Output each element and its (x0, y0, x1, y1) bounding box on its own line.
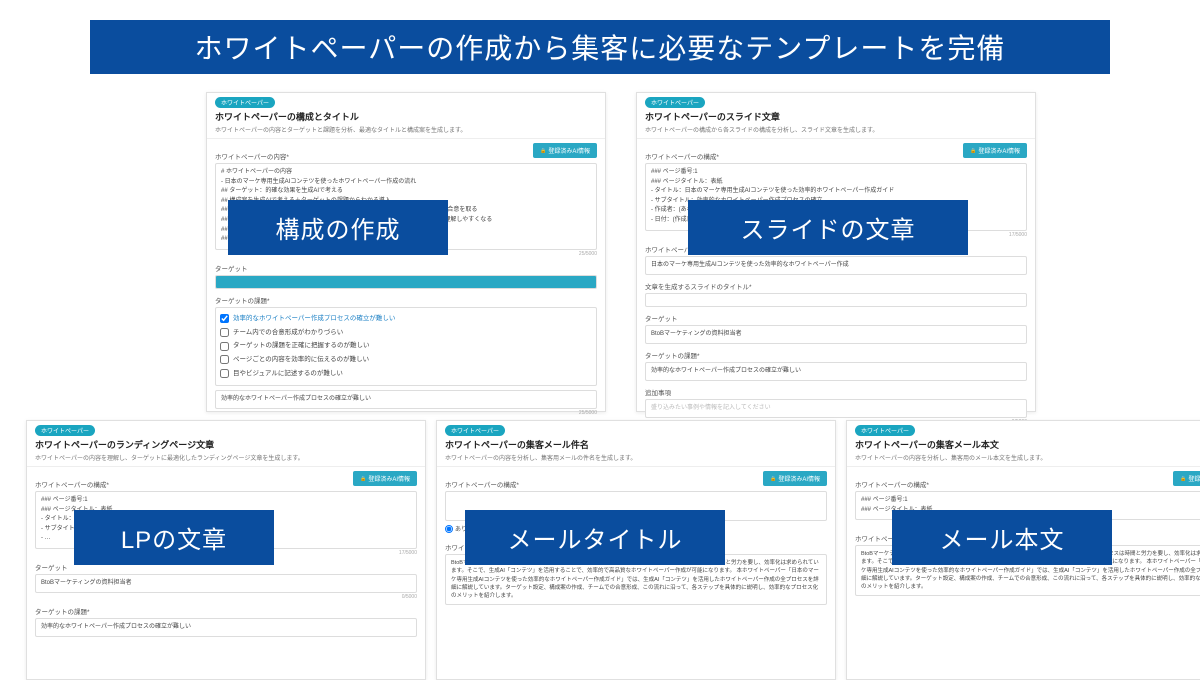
overlay-label-mail-title: メールタイトル (465, 510, 725, 565)
card-subtitle: ホワイトペーパーの内容を理解し、ターゲットに最適化したランディングページ文章を生… (27, 453, 425, 467)
card-title: ホワイトペーパーの構成とタイトル (207, 110, 605, 125)
ai-info-button[interactable]: 登録済みAI情報 (963, 143, 1027, 158)
card-title: ホワイトペーパーの集客メール本文 (847, 438, 1200, 453)
checkbox[interactable] (220, 342, 229, 351)
overlay-label-slide: スライドの文章 (688, 200, 968, 255)
field-label: 追加事項 (645, 387, 1027, 397)
checkbox-row[interactable]: ページごとの内容を効率的に伝えるのが難しい (220, 353, 592, 367)
wp-title-input[interactable]: 日本のマーケ専用生成AIコンテツを使った効率的なホワイトペーパー作成 (645, 256, 1027, 275)
checkbox[interactable] (220, 355, 229, 364)
checkbox-row[interactable]: チーム内での合意形成がわかりづらい (220, 326, 592, 340)
checkbox-row[interactable]: 効率的なホワイトペーパー作成プロセスの確立が難しい (220, 312, 592, 326)
card-title: ホワイトペーパーのスライド文章 (637, 110, 1035, 125)
overlay-label-mail-body: メール本文 (892, 510, 1112, 565)
field-label: ターゲット (645, 313, 1027, 323)
category-tag: ホワイトペーパー (35, 425, 95, 436)
field-label: ターゲットの課題* (215, 295, 597, 305)
field-label: ターゲットの課題* (645, 350, 1027, 360)
char-counter: 25/5000 (215, 410, 597, 416)
ai-info-button[interactable]: 登録済みAI情報 (533, 143, 597, 158)
card-title: ホワイトペーパーの集客メール件名 (437, 438, 835, 453)
target-input[interactable]: BtoBマーケティングの資料担当者 (645, 325, 1027, 344)
category-tag: ホワイトペーパー (855, 425, 915, 436)
category-tag: ホワイトペーパー (215, 97, 275, 108)
checkbox[interactable] (220, 314, 229, 323)
tasks-area: 効率的なホワイトペーパー作成プロセスの確立が難しい チーム内での合意形成がわかり… (215, 307, 597, 386)
selected-task[interactable]: 効率的なホワイトペーパー作成プロセスの確立が難しい (215, 390, 597, 409)
target-input[interactable]: BtoBマーケティングの資料担当者 (35, 574, 417, 593)
target-input[interactable] (215, 275, 597, 289)
field-label: ホワイトペーパーの構成* (855, 479, 1200, 489)
task-input[interactable]: 効率的なホワイトペーパー作成プロセスの確立が難しい (35, 618, 417, 637)
field-label: 文章を生成するスライドのタイトル* (645, 281, 1027, 291)
extra-input[interactable]: 盛り込みたい事例や情報を記入してください (645, 399, 1027, 418)
category-tag: ホワイトペーパー (445, 425, 505, 436)
main-banner: ホワイトペーパーの作成から集客に必要なテンプレートを完備 (90, 20, 1110, 74)
card-subtitle: ホワイトペーパーの構成から各スライドの構成を分析し、スライド文章を生成します。 (637, 125, 1035, 139)
checkbox-row[interactable]: ターゲットの課題を正確に把握するのが難しい (220, 339, 592, 353)
checkbox-row[interactable]: 目やビジュアルに記述するのが難しい (220, 367, 592, 381)
slide-title-input[interactable] (645, 293, 1027, 307)
task-input[interactable]: 効率的なホワイトペーパー作成プロセスの確立が難しい (645, 362, 1027, 381)
field-label: ターゲットの課題* (35, 606, 417, 616)
checkbox[interactable] (220, 328, 229, 337)
card-title: ホワイトペーパーのランディングページ文章 (27, 438, 425, 453)
ai-info-button[interactable]: 登録済みAI情報 (1173, 471, 1200, 486)
checkbox[interactable] (220, 369, 229, 378)
ai-info-button[interactable]: 登録済みAI情報 (353, 471, 417, 486)
field-label: ターゲット (215, 263, 597, 273)
overlay-label-structure: 構成の作成 (228, 200, 448, 255)
card-subtitle: ホワイトペーパーの内容とターゲットと課題を分析、最適なタイトルと構成案を生成しま… (207, 125, 605, 139)
card-subtitle: ホワイトペーパーの内容を分析し、集客用メールの件名を生成します。 (437, 453, 835, 467)
overlay-label-lp: LPの文章 (74, 510, 274, 565)
char-counter: 0/5000 (35, 594, 417, 600)
radio-option[interactable]: あり (445, 524, 467, 533)
radio[interactable] (445, 525, 453, 533)
ai-info-button[interactable]: 登録済みAI情報 (763, 471, 827, 486)
category-tag: ホワイトペーパー (645, 97, 705, 108)
card-subtitle: ホワイトペーパーの内容を分析し、集客用のメール本文を生成します。 (847, 453, 1200, 467)
